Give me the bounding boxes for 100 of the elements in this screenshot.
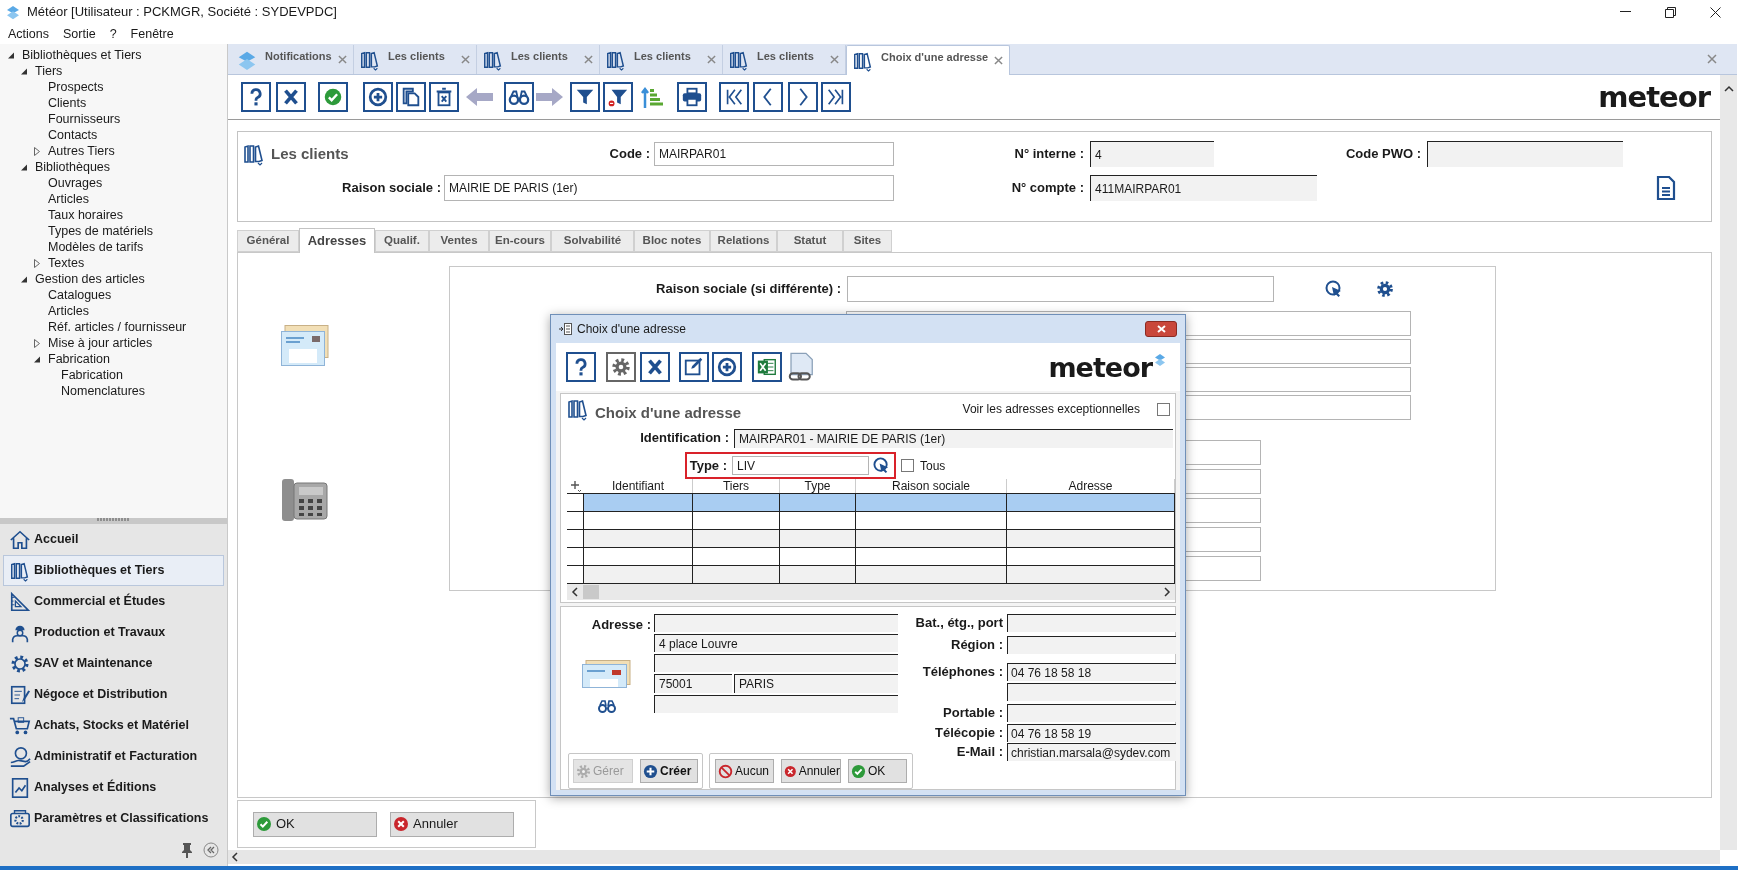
delete-button[interactable] — [429, 82, 459, 112]
menu-item[interactable]: Actions — [8, 24, 49, 44]
close-button[interactable] — [1145, 321, 1177, 337]
last-record-button[interactable] — [821, 82, 851, 112]
filter-button[interactable] — [570, 82, 600, 112]
menu-item[interactable]: Sortie — [63, 24, 96, 44]
horizontal-scrollbar[interactable] — [228, 850, 1720, 864]
navigation-item[interactable]: Négoce et Distribution — [3, 679, 224, 710]
tab[interactable]: Ventes — [429, 230, 489, 252]
document-tab[interactable]: Choix d'une adresse — [846, 45, 1010, 75]
duplicate-button[interactable] — [396, 82, 426, 112]
close-icon[interactable] — [461, 55, 470, 64]
close-icon[interactable] — [1707, 54, 1717, 64]
table-row[interactable] — [567, 530, 1175, 548]
tab[interactable]: Statut — [777, 230, 843, 252]
horizontal-scrollbar[interactable] — [567, 584, 1175, 600]
tab[interactable]: Relations — [710, 230, 777, 252]
table-row[interactable] — [567, 512, 1175, 530]
document-icon[interactable] — [1656, 176, 1676, 200]
previous-record-button[interactable] — [753, 82, 783, 112]
close-icon[interactable] — [338, 55, 347, 64]
document-tab[interactable]: Les clients — [600, 45, 723, 74]
collapse-icon[interactable] — [203, 842, 219, 858]
table-row[interactable] — [567, 566, 1175, 584]
document-tab[interactable]: Les clients — [477, 45, 600, 74]
checkbox[interactable] — [1157, 402, 1170, 416]
cancel-button[interactable]: Annuler — [781, 759, 841, 783]
scroll-thumb[interactable] — [583, 585, 599, 599]
search-button[interactable] — [504, 82, 534, 112]
company-name-field[interactable] — [847, 276, 1274, 302]
tab[interactable]: Bloc notes — [634, 230, 710, 252]
column-header[interactable]: Tiers — [693, 479, 780, 493]
expanded-arrow-icon[interactable] — [34, 355, 41, 363]
validate-button[interactable] — [318, 82, 348, 112]
document-tab[interactable]: Les clients — [354, 45, 477, 74]
collapsed-arrow-icon[interactable] — [34, 258, 40, 268]
navigation-item[interactable]: SAV et Maintenance — [3, 648, 224, 679]
export-button[interactable] — [752, 352, 782, 382]
first-record-button[interactable] — [719, 82, 749, 112]
tab[interactable]: Qualif. — [375, 230, 429, 252]
cancel-button[interactable]: Annuler — [390, 811, 514, 837]
pin-icon[interactable] — [181, 842, 193, 858]
target-icon[interactable] — [1325, 280, 1343, 298]
create-button[interactable]: Créer — [640, 759, 698, 783]
add-button[interactable] — [363, 82, 393, 112]
navigation-item[interactable]: Analyses et Éditions — [3, 772, 224, 803]
menu-item[interactable]: Fenêtre — [130, 24, 174, 44]
ok-button[interactable]: OK — [253, 811, 377, 837]
close-button[interactable] — [276, 82, 306, 112]
link-document-button[interactable] — [786, 352, 816, 382]
document-tab[interactable]: Notifications — [231, 45, 354, 74]
edit-button[interactable] — [679, 352, 709, 382]
tab[interactable]: Sites — [843, 230, 892, 252]
next-record-button[interactable] — [788, 82, 818, 112]
binoculars-icon[interactable] — [597, 699, 616, 713]
column-header[interactable]: Raison sociale — [856, 479, 1007, 493]
expanded-arrow-icon[interactable] — [21, 275, 28, 283]
tab[interactable]: Général — [237, 230, 299, 252]
column-header[interactable]: Identifiant — [584, 479, 693, 493]
expanded-arrow-icon[interactable] — [8, 51, 15, 59]
company-name-field[interactable]: MAIRIE DE PARIS (1er) — [444, 175, 894, 201]
column-header[interactable]: Adresse — [1007, 479, 1175, 493]
column-header[interactable]: Type — [780, 479, 856, 493]
expanded-arrow-icon[interactable] — [21, 67, 28, 75]
help-button[interactable] — [241, 82, 271, 112]
collapsed-arrow-icon[interactable] — [34, 146, 40, 156]
navigation-item[interactable]: Achats, Stocks et Matériel — [3, 710, 224, 741]
vertical-scrollbar[interactable] — [1720, 75, 1737, 850]
print-button[interactable] — [677, 82, 707, 112]
tab[interactable]: Solvabilité — [551, 230, 634, 252]
tab[interactable]: En-cours — [489, 230, 551, 252]
menu-item[interactable]: ? — [109, 24, 117, 44]
code-field[interactable]: MAIRPAR01 — [654, 142, 894, 166]
tab[interactable]: Adresses — [299, 228, 375, 253]
navigation-item[interactable]: Production et Travaux — [3, 617, 224, 648]
collapsed-arrow-icon[interactable] — [34, 338, 40, 348]
table-row[interactable] — [567, 548, 1175, 566]
none-button[interactable]: Aucun — [715, 759, 774, 783]
settings-button[interactable] — [606, 352, 636, 382]
clear-filter-button[interactable] — [603, 82, 633, 112]
type-field[interactable]: LIV — [732, 456, 869, 475]
table-row[interactable] — [567, 494, 1175, 512]
expanded-arrow-icon[interactable] — [21, 163, 28, 171]
close-icon[interactable] — [830, 55, 839, 64]
close-icon[interactable] — [994, 56, 1003, 65]
close-button[interactable] — [640, 352, 670, 382]
checkbox[interactable] — [901, 459, 914, 472]
navigation-item[interactable]: Accueil — [3, 524, 224, 555]
navigation-item[interactable]: Paramètres et Classifications — [3, 803, 224, 834]
navigation-item[interactable]: Bibliothèques et Tiers — [3, 555, 224, 586]
close-icon[interactable] — [584, 55, 593, 64]
close-icon[interactable] — [707, 55, 716, 64]
navigation-item[interactable]: Administratif et Facturation — [3, 741, 224, 772]
help-button[interactable] — [566, 352, 596, 382]
settings-icon[interactable] — [1376, 280, 1394, 298]
add-button[interactable] — [712, 352, 742, 382]
ok-button[interactable]: OK — [848, 759, 907, 783]
navigation-item[interactable]: Commercial et Études — [3, 586, 224, 617]
target-icon[interactable] — [873, 457, 890, 474]
add-column-icon[interactable] — [569, 480, 582, 492]
